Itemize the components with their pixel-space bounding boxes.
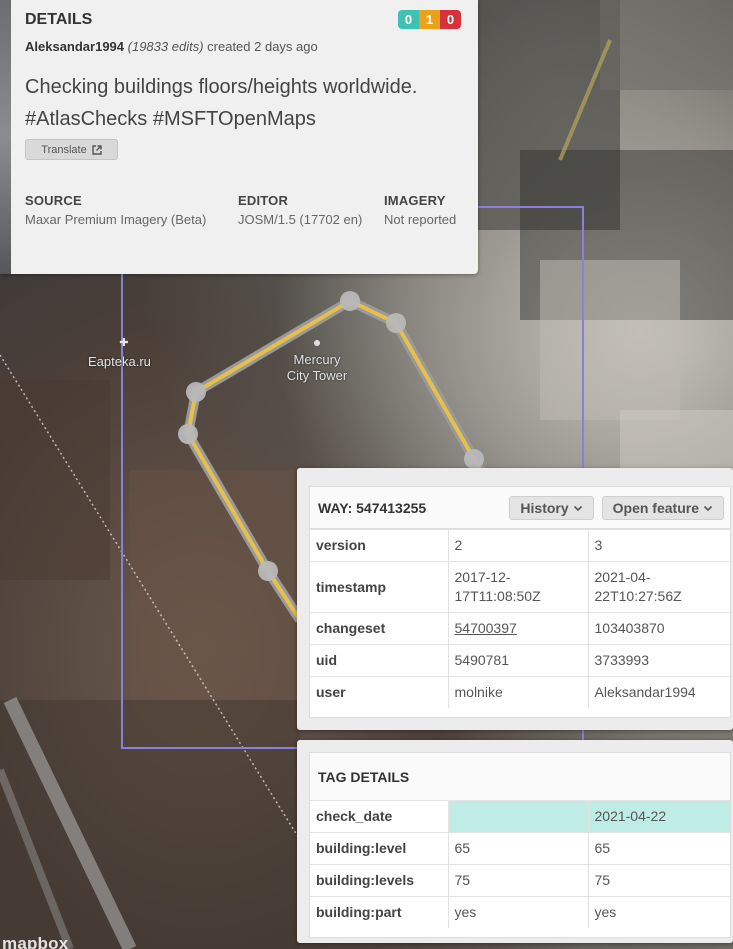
old-value xyxy=(447,800,588,833)
source-value: Maxar Premium Imagery (Beta) xyxy=(25,212,207,227)
new-value: 75 xyxy=(587,864,730,897)
svg-text:✚: ✚ xyxy=(119,336,128,349)
way-card: WAY: 547413255 History Open feature vers… xyxy=(309,486,731,718)
old-value: 2 xyxy=(447,529,588,562)
way-diff-table: version 2 3 timestamp 2017-12-17T11:08:5… xyxy=(310,529,730,708)
open-feature-label: Open feature xyxy=(612,499,699,516)
row-key: version xyxy=(310,529,448,562)
old-value: 5490781 xyxy=(447,644,588,677)
new-value: 3 xyxy=(587,529,730,562)
author-line: Aleksandar1994 (19833 edits) created 2 d… xyxy=(25,39,318,54)
map-label-eapteka: Eapteka.ru xyxy=(88,354,151,369)
new-value: 3733993 xyxy=(587,644,730,677)
table-row: building:level 65 65 xyxy=(310,832,730,865)
translate-button[interactable]: Translate xyxy=(25,139,118,160)
tag-details-panel: TAG DETAILS check_date 2021-04-22 buildi… xyxy=(297,740,733,943)
external-link-icon xyxy=(92,144,102,155)
deleted-count-badge: 0 xyxy=(440,10,461,29)
new-value: 65 xyxy=(587,832,730,865)
table-row: building:part yes yes xyxy=(310,896,730,928)
new-value: 2021-04-22T10:27:56Z xyxy=(587,561,730,613)
tag-key: building:level xyxy=(310,832,448,865)
author-edit-count: (19833 edits) xyxy=(127,39,204,54)
tag-diff-table: check_date 2021-04-22 building:level 65 … xyxy=(310,800,730,928)
map-label-mercury: Mercury City Tower xyxy=(283,352,351,384)
tag-key: building:part xyxy=(310,896,448,928)
new-value: yes xyxy=(587,896,730,928)
chevron-down-icon xyxy=(703,505,713,511)
chevron-down-icon xyxy=(573,505,582,511)
old-value: 75 xyxy=(447,864,588,897)
modified-count-badge: 1 xyxy=(419,10,440,29)
table-row: check_date 2021-04-22 xyxy=(310,800,730,833)
row-key: timestamp xyxy=(310,561,448,613)
row-key: uid xyxy=(310,644,448,677)
imagery-value: Not reported xyxy=(384,212,457,227)
old-value: molnike xyxy=(447,676,588,708)
open-feature-dropdown-button[interactable]: Open feature xyxy=(601,495,724,520)
old-value: yes xyxy=(447,896,588,928)
map-label-mercury-line1: Mercury xyxy=(293,352,341,367)
tag-key: check_date xyxy=(310,800,448,833)
table-row: timestamp 2017-12-17T11:08:50Z 2021-04-2… xyxy=(310,561,730,613)
details-panel: DETAILS 0 1 0 Aleksandar1994 (19833 edit… xyxy=(0,0,478,274)
translate-label: Translate xyxy=(41,143,87,156)
editor-field: EDITOR JOSM/1.5 (17702 en) xyxy=(238,193,362,227)
created-count-badge: 0 xyxy=(398,10,419,29)
old-value: 2017-12-17T11:08:50Z xyxy=(447,561,588,613)
new-value: 103403870 xyxy=(587,612,730,645)
history-label: History xyxy=(520,499,569,516)
editor-value: JOSM/1.5 (17702 en) xyxy=(238,212,363,227)
row-key: changeset xyxy=(310,612,448,645)
table-row: uid 5490781 3733993 xyxy=(310,644,730,677)
row-key: user xyxy=(310,676,448,708)
new-value: 2021-04-22 xyxy=(587,800,730,833)
source-label: SOURCE xyxy=(25,193,82,208)
tag-details-title: TAG DETAILS xyxy=(310,753,730,800)
editor-label: EDITOR xyxy=(238,193,289,208)
new-value: Aleksandar1994 xyxy=(587,676,730,708)
change-counts: 0 1 0 xyxy=(398,10,461,29)
old-value: 65 xyxy=(447,832,588,865)
mapbox-logo[interactable]: mapbox xyxy=(2,934,68,949)
imagery-label: IMAGERY xyxy=(384,193,446,208)
source-field: SOURCE Maxar Premium Imagery (Beta) xyxy=(25,193,206,227)
map-label-mercury-line2: City Tower xyxy=(286,368,348,383)
created-time: created 2 days ago xyxy=(207,39,318,54)
table-row: version 2 3 xyxy=(310,529,730,562)
changeset-comment: Checking buildings floors/heights worldw… xyxy=(25,76,418,130)
table-row: changeset 54700397 103403870 xyxy=(310,612,730,645)
tag-key: building:levels xyxy=(310,864,448,897)
history-dropdown-button[interactable]: History xyxy=(509,495,594,520)
way-title: WAY: 547413255 xyxy=(318,499,427,516)
old-value: 54700397 xyxy=(447,612,588,645)
tag-details-card: TAG DETAILS check_date 2021-04-22 buildi… xyxy=(309,752,731,938)
imagery-field: IMAGERY Not reported xyxy=(384,193,456,227)
way-panel: WAY: 547413255 History Open feature vers… xyxy=(297,468,733,730)
author-username[interactable]: Aleksandar1994 xyxy=(25,39,124,54)
changeset-link[interactable]: 54700397 xyxy=(455,620,517,636)
way-header: WAY: 547413255 History Open feature xyxy=(310,487,730,529)
details-panel-edge xyxy=(0,0,11,274)
details-title: DETAILS xyxy=(25,11,93,28)
table-row: building:levels 75 75 xyxy=(310,864,730,897)
table-row: user molnike Aleksandar1994 xyxy=(310,676,730,708)
